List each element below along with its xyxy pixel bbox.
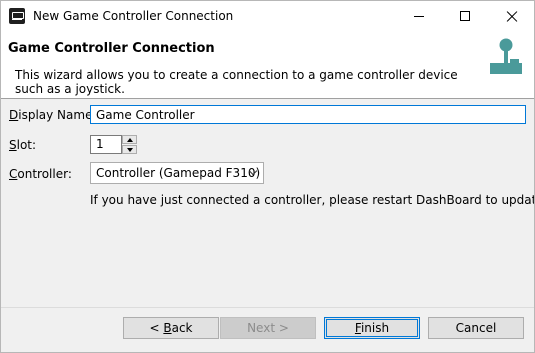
controller-label: Controller: [9, 167, 72, 181]
wizard-header: Game Controller Connection This wizard a… [1, 32, 534, 99]
app-icon [9, 8, 25, 24]
display-name-input[interactable] [90, 105, 526, 124]
controller-hint: If you have just connected a controller,… [90, 193, 534, 207]
slot-input[interactable]: 1 [90, 135, 122, 154]
arrow-down-icon [127, 148, 133, 152]
controller-selected-value: Controller (Gamepad F310) [96, 166, 261, 180]
cancel-button[interactable]: Cancel [428, 317, 524, 339]
joystick-icon [490, 38, 522, 74]
finish-button[interactable]: Finish [324, 317, 420, 339]
footer-divider [1, 307, 534, 308]
minimize-button[interactable] [396, 1, 442, 32]
page-title: Game Controller Connection [8, 41, 215, 56]
controller-select[interactable]: Controller (Gamepad F310) [90, 162, 264, 184]
arrow-up-icon [127, 138, 133, 142]
display-name-label: Display Name: [9, 108, 97, 122]
slot-decrement-button[interactable] [122, 145, 137, 154]
close-button[interactable] [488, 1, 534, 32]
maximize-button[interactable] [442, 1, 488, 32]
page-description: This wizard allows you to create a conne… [15, 68, 458, 96]
title-bar[interactable]: New Game Controller Connection [1, 1, 534, 32]
back-button[interactable]: < Back [123, 317, 219, 339]
next-button[interactable]: Next > [220, 317, 316, 339]
window-title: New Game Controller Connection [33, 9, 234, 23]
wizard-window: New Game Controller Connection Game Cont… [0, 0, 535, 353]
slot-label: Slot: [9, 138, 37, 152]
slot-increment-button[interactable] [122, 135, 137, 144]
